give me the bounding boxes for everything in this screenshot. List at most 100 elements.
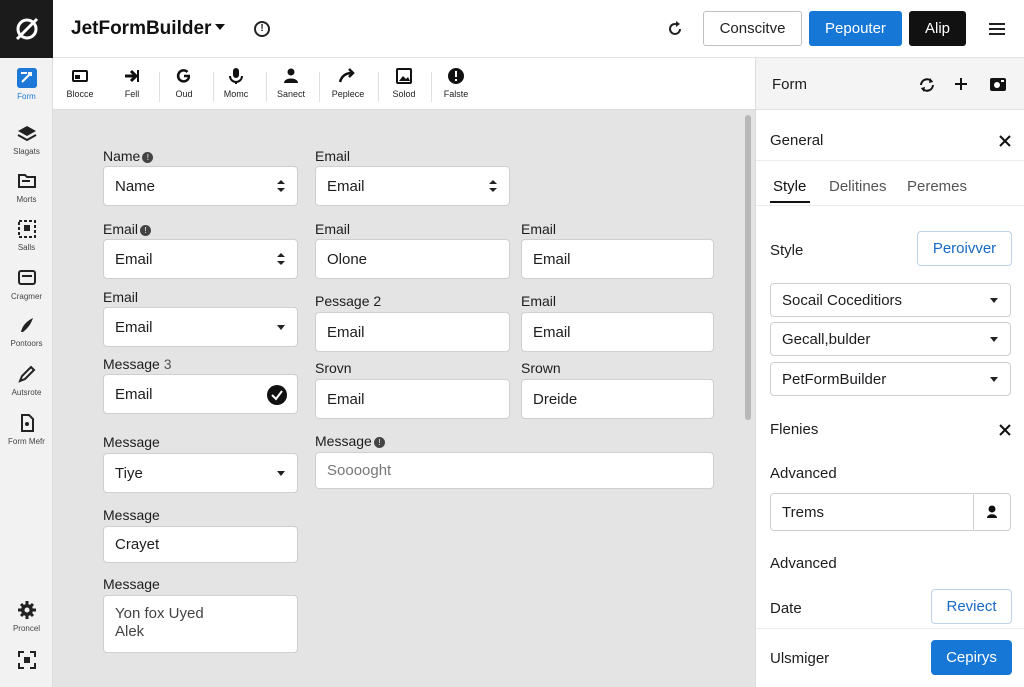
email-input-3b[interactable]: Email (521, 312, 714, 352)
rail-item-label: Form (17, 92, 36, 101)
share-icon (338, 68, 355, 83)
tool-oud[interactable]: Oud (158, 67, 210, 99)
tool-label: Fell (124, 89, 140, 99)
app-title: JetFormBuilder (71, 18, 212, 39)
rail-item-proncel[interactable]: Proncel (0, 600, 53, 633)
dreide-input[interactable]: Dreide (521, 379, 714, 419)
email-dropdown[interactable]: Email (103, 307, 298, 347)
settings-panel: Form General Style Delitines Peremes Sty… (755, 58, 1024, 687)
footer-label: Ulsmiger (770, 650, 830, 667)
field-label: Message (103, 507, 160, 523)
divider (756, 160, 1024, 161)
field-label: Email! (103, 221, 152, 237)
arrow-icon (125, 69, 139, 83)
info-icon: ! (373, 437, 385, 448)
tool-peplece[interactable]: Peplece (322, 67, 374, 99)
advanced-label: Advanced (770, 465, 837, 482)
cepirys-button[interactable]: Cepirys (931, 640, 1012, 675)
conscitve-button[interactable]: Conscitve (703, 11, 802, 46)
rail-item-autsrote[interactable]: Autsrote (0, 364, 53, 397)
rail-item-cragmer[interactable]: Cragmer (0, 268, 53, 301)
info-icon[interactable]: ! (254, 21, 270, 37)
chevron-down-icon (277, 325, 285, 330)
pepouter-button[interactable]: Pepouter (809, 11, 902, 46)
rail-item-label: Morts (16, 195, 37, 204)
folder-icon (17, 174, 36, 188)
chevron-down-icon[interactable] (215, 24, 225, 30)
updown-icon (277, 180, 285, 192)
tool-fell[interactable]: Fell (106, 67, 158, 99)
left-rail: Form Slagats Morts Salls Cragmer Pontoor… (0, 0, 53, 687)
rail-item-scan[interactable] (0, 650, 53, 674)
gear-icon (17, 601, 36, 619)
message-dropdown[interactable]: Tiye (103, 453, 298, 493)
rail-item-salls[interactable]: Salls (0, 219, 53, 252)
advanced-label-2: Advanced (770, 555, 837, 572)
rail-item-form[interactable]: Form (0, 68, 53, 101)
petformbuilder-select[interactable]: PetFormBuilder (770, 362, 1011, 396)
updown-icon (489, 180, 497, 192)
tab-style[interactable]: Style (773, 178, 806, 195)
active-tab-indicator (770, 201, 810, 203)
email-select[interactable]: Email (103, 239, 298, 279)
email-check-field[interactable]: Email (103, 374, 298, 414)
tool-label: Sanect (276, 89, 306, 99)
tool-solod[interactable]: Solod (378, 67, 430, 99)
tool-label: Momc (223, 89, 249, 99)
terms-input[interactable]: Trems (770, 493, 1011, 531)
rail-item-label: Slagats (13, 147, 40, 156)
rail-item-morts[interactable]: Morts (0, 171, 53, 204)
srovn-input[interactable]: Email (315, 379, 510, 419)
canvas-scrollbar[interactable] (745, 115, 751, 420)
message-input[interactable]: Crayet (103, 526, 298, 563)
rail-item-slagats[interactable]: Slagats (0, 123, 53, 156)
message-search-input[interactable]: Sooooght (315, 452, 714, 489)
email-select-2[interactable]: Email (315, 166, 510, 206)
app-logo[interactable] (0, 0, 53, 58)
peroivver-button[interactable]: Peroivver (917, 231, 1012, 266)
plus-icon[interactable] (954, 77, 968, 91)
name-select[interactable]: Name (103, 166, 298, 206)
tab-peremes[interactable]: Peremes (907, 178, 967, 195)
field-label: Message 3 (103, 356, 172, 372)
field-label: Pessage 2 (315, 293, 382, 309)
tool-falste[interactable]: Falste (430, 67, 482, 99)
gecall-builder-select[interactable]: Gecall,bulder (770, 322, 1011, 356)
chevron-down-icon (277, 471, 285, 476)
olone-input[interactable]: Olone (315, 239, 510, 279)
camera-icon[interactable] (989, 76, 1007, 92)
reviect-button[interactable]: Reviect (931, 589, 1012, 624)
rail-item-label: Form Mefr (8, 437, 45, 446)
field-label: Srown (521, 360, 561, 376)
chevron-down-icon (990, 298, 998, 303)
panel-title: Form (772, 76, 807, 93)
tab-delitines[interactable]: Delitines (829, 178, 887, 195)
social-conditions-select[interactable]: Socail Coceditiors (770, 283, 1011, 317)
alip-button[interactable]: Alip (909, 11, 966, 46)
user-icon[interactable] (986, 505, 998, 519)
logo-icon (15, 17, 38, 41)
refresh-icon[interactable] (666, 20, 684, 38)
rail-item-pontoors[interactable]: Pontoors (0, 315, 53, 348)
menu-icon[interactable] (989, 22, 1005, 36)
close-icon[interactable] (998, 134, 1012, 148)
field-label: Name! (103, 148, 154, 164)
email-input-3a[interactable]: Email (521, 239, 714, 279)
divider (756, 628, 1024, 629)
field-label: Message (103, 576, 160, 592)
tool-sanect[interactable]: Sanect (265, 67, 317, 99)
rail-item-label: Pontoors (10, 339, 43, 348)
flenies-label: Flenies (770, 421, 819, 438)
date-label: Date (770, 600, 802, 617)
message-textarea[interactable]: Yon fox Uyed Alek (103, 595, 298, 653)
tool-label: Peplece (331, 89, 365, 99)
tool-blocce[interactable]: Blocce (54, 67, 106, 99)
tool-momc[interactable]: Momc (210, 67, 262, 99)
mic-icon (229, 68, 243, 84)
close-icon[interactable] (998, 423, 1012, 437)
sync-icon[interactable] (918, 76, 936, 94)
rail-item-label: Salls (17, 243, 36, 252)
tool-label: Falste (443, 89, 469, 99)
pessage-input[interactable]: Email (315, 312, 510, 352)
rail-item-form-mefr[interactable]: Form Mefr (0, 413, 53, 446)
